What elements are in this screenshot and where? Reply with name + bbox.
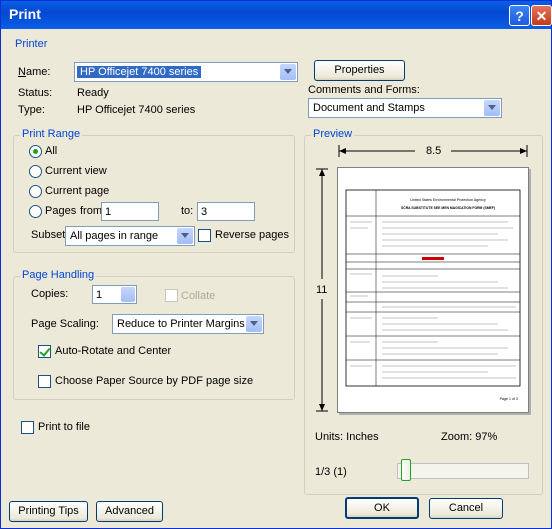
height-label: 11: [316, 284, 328, 296]
reverse-pages-checkbox[interactable]: [198, 229, 211, 242]
page-scaling-select[interactable]: Reduce to Printer Margins: [112, 314, 264, 334]
comments-select[interactable]: Document and Stamps: [308, 98, 502, 118]
printing-tips-button[interactable]: Printing Tips: [9, 501, 88, 522]
doc-agency: United States Environmental Protection A…: [410, 198, 486, 202]
page-scaling-label: Page Scaling:: [31, 318, 99, 330]
type-value: HP Officejet 7400 series: [77, 104, 196, 116]
radio-current-view[interactable]: [29, 165, 42, 178]
status-value: Ready: [77, 87, 109, 99]
print-range-legend: Print Range: [20, 128, 83, 140]
subset-select[interactable]: All pages in range: [65, 226, 195, 246]
radio-all[interactable]: [29, 145, 42, 158]
title-bar[interactable]: Print ? ✕: [1, 1, 552, 29]
ok-button[interactable]: OK: [345, 497, 419, 519]
radio-all-label[interactable]: All: [45, 145, 57, 157]
choose-paper-label[interactable]: Choose Paper Source by PDF page size: [55, 375, 253, 387]
spinner-arrows-icon[interactable]: [121, 287, 135, 302]
to-label: to:: [181, 205, 194, 217]
help-icon: ?: [515, 8, 524, 24]
print-dialog: Print ? ✕ Printer Name: HP Officejet 740…: [0, 0, 552, 529]
radio-current-view-label[interactable]: Current view: [45, 165, 107, 177]
advanced-button[interactable]: Advanced: [96, 501, 163, 522]
subset-label: Subset:: [31, 229, 69, 241]
comments-value: Document and Stamps: [313, 102, 425, 114]
collate-checkbox[interactable]: [165, 289, 178, 302]
auto-rotate-label[interactable]: Auto-Rotate and Center: [55, 345, 171, 357]
page-handling-legend: Page Handling: [20, 269, 97, 281]
document-thumbnail: United States Environmental Protection A…: [345, 189, 521, 401]
preview-page: United States Environmental Protection A…: [337, 167, 529, 413]
page-indicator: 1/3 (1): [315, 466, 347, 478]
print-to-file-checkbox[interactable]: [21, 421, 34, 434]
radio-pages-label[interactable]: Pages: [45, 205, 76, 217]
chevron-down-icon: [177, 228, 193, 244]
from-input[interactable]: 1: [101, 202, 159, 221]
close-button[interactable]: ✕: [531, 5, 552, 26]
properties-button[interactable]: Properties: [314, 60, 405, 81]
printer-name-label: Name:: [18, 66, 51, 78]
preview-legend: Preview: [311, 128, 355, 140]
status-label: Status:: [18, 87, 53, 99]
printer-name-select[interactable]: HP Officejet 7400 series: [74, 62, 298, 82]
radio-current-page[interactable]: [29, 185, 42, 198]
choose-paper-checkbox[interactable]: [38, 375, 51, 388]
doc-footer: Page 1 of 3: [500, 397, 518, 401]
chevron-down-icon: [280, 64, 296, 80]
reverse-pages-label[interactable]: Reverse pages: [215, 229, 289, 241]
cancel-button[interactable]: Cancel: [429, 498, 503, 519]
width-label: 8.5: [426, 145, 442, 157]
close-icon: ✕: [535, 8, 548, 24]
page-slider-track[interactable]: [397, 463, 529, 479]
auto-rotate-checkbox[interactable]: [38, 345, 51, 358]
print-to-file-label[interactable]: Print to file: [38, 421, 90, 433]
page-scaling-value: Reduce to Printer Margins: [117, 318, 245, 330]
type-label: Type:: [18, 104, 45, 116]
window-title: Print: [9, 6, 41, 22]
to-input[interactable]: 3: [197, 202, 255, 221]
radio-current-page-label[interactable]: Current page: [45, 185, 109, 197]
help-button[interactable]: ?: [509, 5, 530, 26]
chevron-down-icon: [246, 316, 262, 332]
page-slider-thumb[interactable]: [401, 459, 411, 481]
comments-label: Comments and Forms:: [308, 84, 420, 96]
subset-value: All pages in range: [70, 230, 159, 242]
chevron-down-icon: [484, 100, 500, 116]
printer-legend: Printer: [13, 38, 50, 50]
doc-title: SCRA SUBSTITUTE SEE MEN MAGICATION FORM …: [401, 206, 495, 210]
printer-name-value: HP Officejet 7400 series: [77, 66, 202, 78]
zoom-label: Zoom: 97%: [441, 431, 498, 443]
units-label: Units: Inches: [315, 431, 379, 443]
copies-label: Copies:: [31, 288, 69, 300]
copies-spinner[interactable]: 1: [92, 285, 137, 304]
radio-pages[interactable]: [29, 205, 42, 218]
collate-label: Collate: [181, 290, 216, 302]
